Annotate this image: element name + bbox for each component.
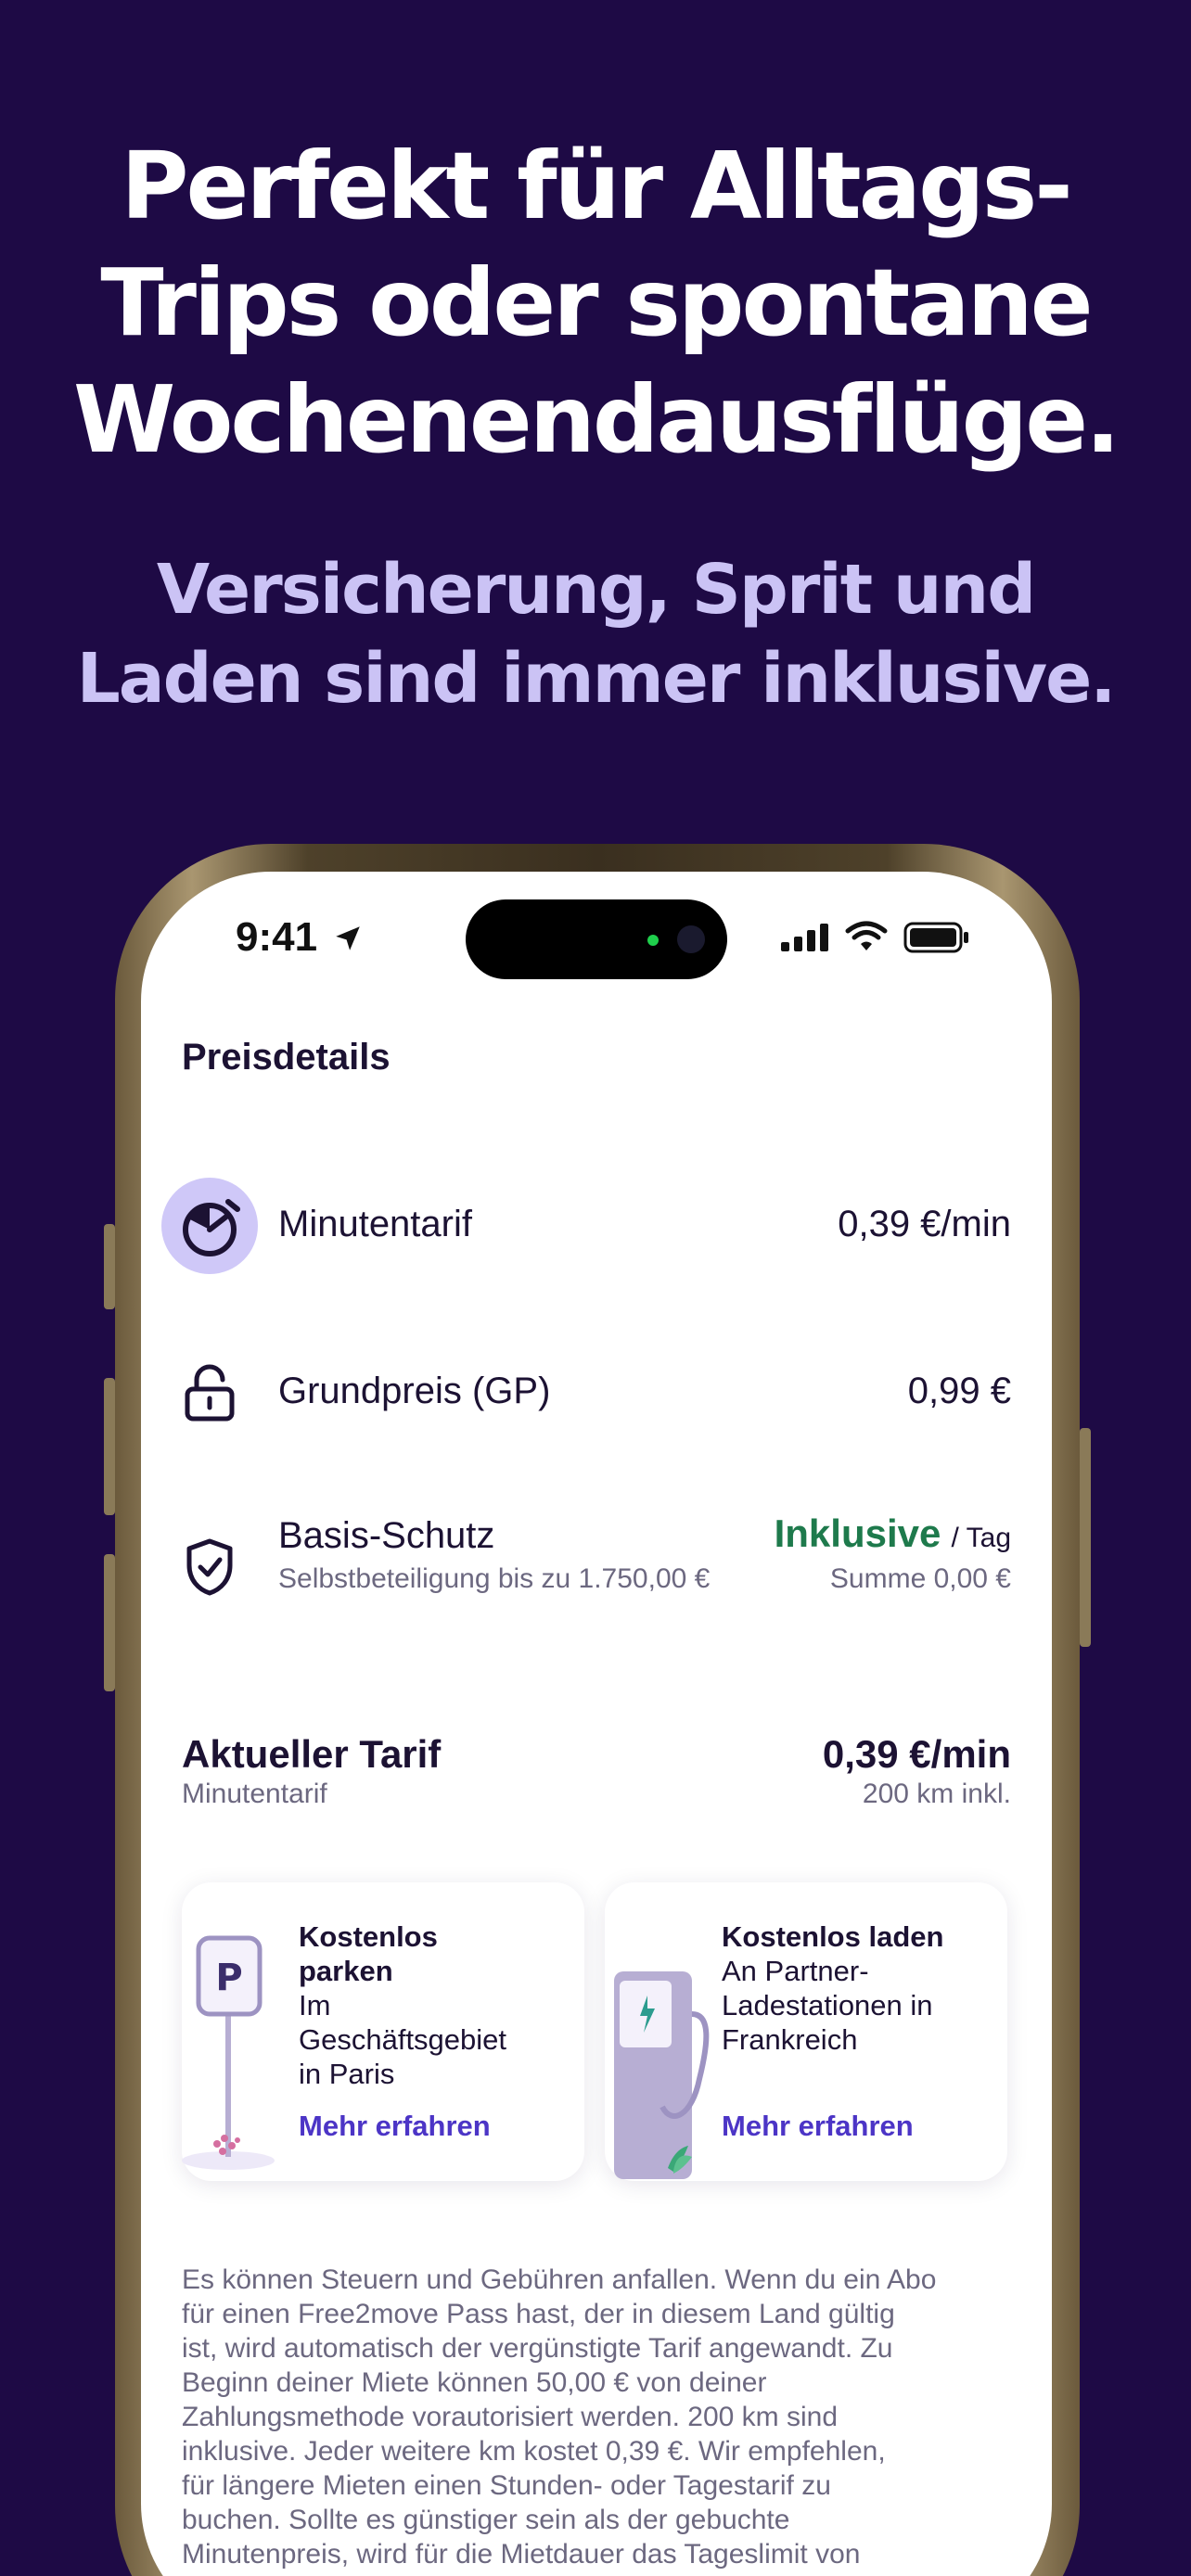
svg-text:P: P <box>215 1957 242 1999</box>
learn-more-link[interactable]: Mehr erfahren <box>299 2110 491 2143</box>
price-details-screen: Preisdetails Minutentarif 0,39 €/min Gru… <box>141 872 1052 2576</box>
card-text-line: Frankreich <box>722 2023 858 2056</box>
free-charging-card[interactable]: Kostenlos laden An Partner- Ladestatione… <box>605 1882 1007 2181</box>
shield-check-icon <box>186 1538 233 1596</box>
card-text-line: in Paris <box>299 2058 395 2090</box>
card-title-line: Kostenlos <box>299 1920 438 1953</box>
card-text-line: Im <box>299 1989 331 2021</box>
per-day-unit: / Tag <box>951 1523 1012 1553</box>
disclaimer-line: Zahlungsmethode vorautorisiert werden. 2… <box>182 2402 839 2432</box>
subline-line: Laden sind immer inklusive. <box>76 639 1117 719</box>
stopwatch-icon <box>161 1178 258 1274</box>
card-title-line: parken <box>299 1955 393 1987</box>
phone-screen: 9:41 Preisdetails Minutentarif 0,39 €/mi… <box>141 872 1052 2576</box>
promo-subline: Versicherung, Sprit und Laden sind immer… <box>0 545 1191 723</box>
disclaimer-line: für längere Mieten einen Stunden- oder T… <box>182 2470 831 2501</box>
current-tariff-km: 200 km inkl. <box>862 1779 1011 1809</box>
card-text-line: Ladestationen in <box>722 1989 933 2021</box>
row-label: Minutentarif <box>278 1204 472 1244</box>
headline-line: Trips oder spontane <box>100 249 1093 357</box>
side-button <box>104 1224 115 1309</box>
headline-line: Wochenendausflüge. <box>72 365 1121 474</box>
row-value: 0,39 €/min <box>838 1204 1011 1244</box>
card-text-line: An Partner- <box>722 1955 869 1987</box>
card-text: An Partner- Ladestationen in Frankreich <box>722 1954 991 2057</box>
side-button <box>1080 1428 1091 1647</box>
disclaimer-line: Es können Steuern und Gebühren anfallen.… <box>182 2264 937 2295</box>
current-tariff-price: 0,39 €/min <box>822 1732 1011 1776</box>
side-button <box>104 1378 115 1515</box>
row-sublabel: Selbstbeteiligung bis zu 1.750,00 € <box>278 1563 711 1594</box>
price-row-base: Grundpreis (GP) 0,99 € <box>141 1363 1052 1437</box>
card-text-line: Geschäftsgebiet <box>299 2023 507 2056</box>
price-disclaimer: Es können Steuern und Gebühren anfallen.… <box>182 2263 1017 2571</box>
card-title: Kostenlos laden <box>722 1919 991 1954</box>
current-tariff-name: Minutentarif <box>182 1779 327 1809</box>
row-sum: Summe 0,00 € <box>829 1563 1011 1594</box>
card-text: Im Geschäftsgebiet in Paris <box>299 1988 568 2091</box>
unlock-icon <box>185 1364 235 1422</box>
page-title: Preisdetails <box>182 1037 391 1078</box>
learn-more-link[interactable]: Mehr erfahren <box>722 2110 914 2143</box>
disclaimer-line: Beginn deiner Miete können 50,00 € von d… <box>182 2367 767 2398</box>
row-label: Grundpreis (GP) <box>278 1371 551 1411</box>
included-value: Inklusive / Tag <box>775 1511 1011 1556</box>
price-row-protection: Basis-Schutz Selbstbeteiligung bis zu 1.… <box>141 1511 1052 1608</box>
charging-station-icon <box>614 1971 710 2179</box>
disclaimer-line: buchen. Sollte es günstiger sein als der… <box>182 2505 790 2535</box>
current-tariff-label: Aktueller Tarif <box>182 1732 442 1776</box>
side-button <box>104 1554 115 1691</box>
parking-sign-icon: P <box>182 1935 275 2170</box>
promo-headline: Perfekt für Alltags- Trips oder spontane… <box>0 128 1191 478</box>
headline-line: Perfekt für Alltags- <box>121 132 1073 240</box>
disclaimer-line: ist, wird automatisch der vergünstigte T… <box>182 2333 893 2364</box>
disclaimer-line: Minutenpreis, wird für die Mietdauer das… <box>182 2539 861 2570</box>
disclaimer-line: für einen Free2move Pass hast, der in di… <box>182 2299 895 2329</box>
card-title-line: Kostenlos laden <box>722 1920 944 1953</box>
included-label: Inklusive <box>774 1511 941 1555</box>
card-title: Kostenlos parken <box>299 1919 568 1988</box>
free-parking-card[interactable]: P Kostenlos parken Im Geschäftsgebiet in… <box>182 1882 584 2181</box>
disclaimer-line: inklusive. Jeder weitere km kostet 0,39 … <box>182 2436 886 2467</box>
row-label: Basis-Schutz <box>278 1515 495 1556</box>
price-row-minute: Minutentarif 0,39 €/min <box>141 1178 1052 1274</box>
subline-line: Versicherung, Sprit und <box>156 550 1036 630</box>
row-value: 0,99 € <box>907 1371 1011 1411</box>
